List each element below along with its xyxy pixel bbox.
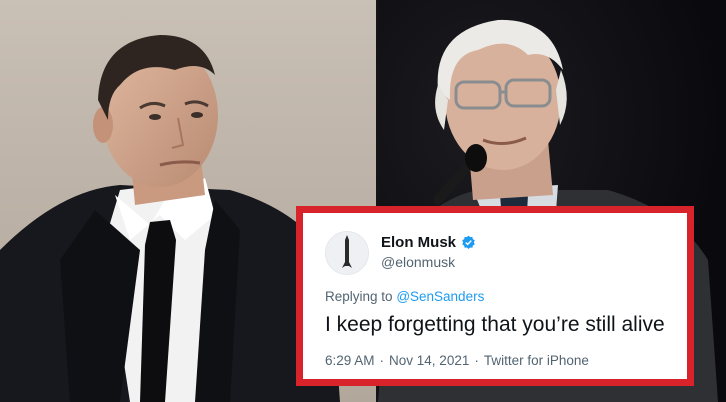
- tweet-source[interactable]: Twitter for iPhone: [484, 353, 589, 368]
- meta-separator: ·: [379, 353, 385, 368]
- tweet-text: I keep forgetting that you’re still aliv…: [325, 313, 665, 336]
- tweet-card: Elon Musk @elonmusk Replying to @SenSand…: [303, 213, 687, 379]
- meta-separator: ·: [474, 353, 479, 368]
- verified-badge-icon: [462, 235, 475, 249]
- replying-to: Replying to @SenSanders: [325, 289, 484, 304]
- author-display-name[interactable]: Elon Musk: [381, 234, 456, 251]
- avatar[interactable]: [325, 231, 369, 275]
- author-name-row: Elon Musk: [381, 234, 476, 251]
- tweet-date[interactable]: Nov 14, 2021: [389, 353, 469, 368]
- tweet-frame: Elon Musk @elonmusk Replying to @SenSand…: [296, 206, 694, 386]
- tweet-meta: 6:29 AM · Nov 14, 2021 · Twitter for iPhone: [325, 353, 589, 368]
- author-handle[interactable]: @elonmusk: [381, 254, 455, 270]
- tweet-time[interactable]: 6:29 AM: [325, 353, 375, 368]
- rocket-avatar-icon: [326, 232, 368, 274]
- reply-handle-link[interactable]: @SenSanders: [396, 289, 484, 304]
- reply-prefix: Replying to: [325, 289, 393, 304]
